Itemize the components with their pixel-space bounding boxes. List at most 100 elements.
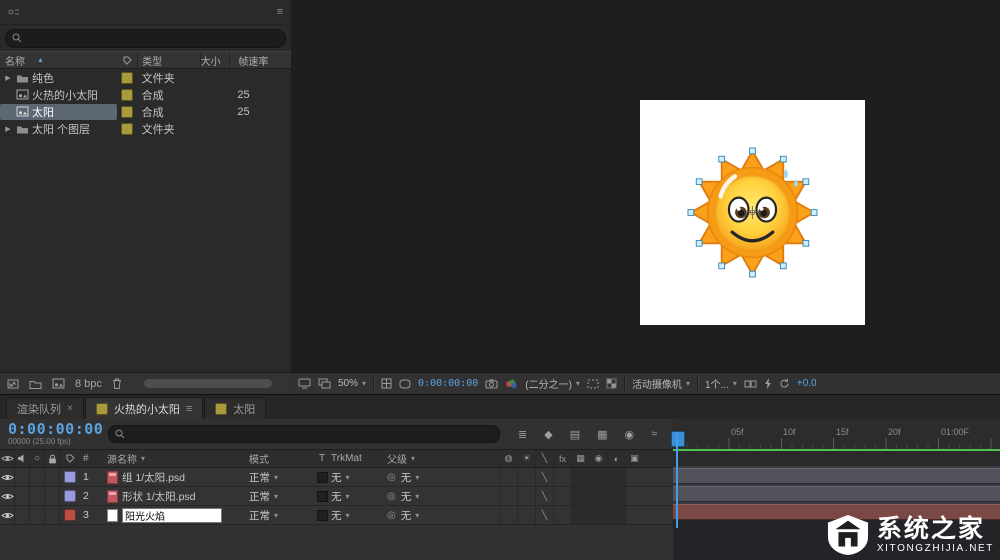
trash-icon[interactable]: [112, 378, 122, 389]
item-name-cell[interactable]: 太阳: [0, 104, 117, 120]
frame-blend-switch-header[interactable]: ▦: [571, 450, 589, 467]
bit-depth-button[interactable]: 8 bpc: [75, 378, 102, 390]
comp-mini-flowchart-icon[interactable]: ≣: [518, 428, 527, 441]
layer-label-chip[interactable]: [64, 490, 76, 502]
layer-track-2[interactable]: [673, 484, 1000, 503]
project-item-row-selected[interactable]: 太阳 合成 25: [0, 103, 291, 120]
blend-mode-dropdown[interactable]: 正常: [249, 470, 313, 485]
layer-row-2[interactable]: 2 形状 1/太阳.psd 正常 无 ◎ 无: [0, 487, 673, 506]
item-name-cell[interactable]: 火热的小太阳: [0, 87, 117, 103]
parent-cell[interactable]: ◎ 无: [387, 489, 483, 504]
collapse-transformations-header[interactable]: ☀: [517, 450, 535, 467]
layer-label-chip-cell[interactable]: [60, 471, 80, 483]
hide-shy-layers-icon[interactable]: ▤: [570, 428, 580, 441]
threed-switch[interactable]: [625, 506, 643, 524]
exposure-value[interactable]: +0.0: [797, 378, 817, 389]
snapshot-icon[interactable]: [485, 379, 498, 389]
zoom-dropdown[interactable]: 50%: [338, 378, 366, 389]
effects-switch[interactable]: [553, 468, 571, 486]
resolution-dropdown[interactable]: (二分之一): [525, 376, 580, 391]
number-column-header[interactable]: #: [80, 453, 105, 464]
draft-3d-icon[interactable]: ◆: [544, 428, 552, 441]
project-item-row[interactable]: 火热的小太阳 合成 25: [0, 86, 291, 103]
lock-column-header[interactable]: [45, 450, 60, 467]
parent-cell[interactable]: ◎ 无: [387, 508, 483, 523]
frame-blend-switch[interactable]: [571, 487, 589, 505]
project-search-box[interactable]: [5, 29, 286, 48]
frame-blend-switch[interactable]: [571, 468, 589, 486]
layer-label-chip-cell[interactable]: [60, 490, 80, 502]
time-ruler[interactable]: 05f 10f 15f 20f 01:00F: [673, 419, 1000, 450]
timeline-search-box[interactable]: [108, 425, 500, 443]
twirl-icon[interactable]: ▶: [3, 74, 13, 82]
label-chip[interactable]: [121, 72, 133, 84]
shy-switch[interactable]: [499, 487, 517, 505]
collapse-switch[interactable]: [517, 468, 535, 486]
preserve-transparency-checkbox[interactable]: [313, 491, 331, 502]
new-folder-icon[interactable]: [29, 379, 42, 389]
mode-column-header[interactable]: 模式: [249, 451, 313, 466]
fast-preview-icon[interactable]: [764, 378, 772, 389]
item-name-cell[interactable]: ▶ 纯色: [0, 70, 117, 86]
parent-dropdown[interactable]: 无: [401, 489, 420, 504]
label-chip-cell[interactable]: [117, 72, 137, 84]
layer-source-name[interactable]: [105, 508, 249, 523]
collapse-switch[interactable]: [517, 506, 535, 524]
current-time-block[interactable]: 0:00:00:00 00000 (25.00 fps): [8, 422, 100, 446]
pick-whip-icon[interactable]: ◎: [387, 510, 396, 521]
layer-duration-bar[interactable]: [673, 468, 1000, 484]
parent-column-header[interactable]: 父级: [387, 451, 483, 466]
layer-visibility-toggle[interactable]: [0, 468, 15, 486]
column-header-name[interactable]: 名称 ▲: [0, 53, 117, 68]
close-icon[interactable]: ×: [67, 403, 73, 414]
quality-switch[interactable]: ╲: [535, 506, 553, 524]
column-header-fps[interactable]: 帧速率: [229, 52, 291, 68]
adjustment-switch[interactable]: [607, 506, 625, 524]
layer-solo-toggle[interactable]: [30, 506, 45, 524]
column-header-label[interactable]: [117, 56, 137, 65]
motion-blur-icon[interactable]: ◉: [625, 428, 635, 441]
pixel-aspect-icon[interactable]: [744, 379, 757, 389]
motion-blur-switch[interactable]: [589, 506, 607, 524]
quality-switch[interactable]: ╲: [535, 468, 553, 486]
layer-lock-toggle[interactable]: [45, 468, 60, 486]
layer-audio-toggle[interactable]: [15, 468, 30, 486]
trkmat-dropdown[interactable]: 无: [331, 489, 387, 504]
active-camera-dropdown[interactable]: 活动摄像机: [632, 376, 690, 391]
project-item-row[interactable]: ▶ 纯色 文件夹: [0, 69, 291, 86]
effects-switch[interactable]: [553, 487, 571, 505]
timeline-timecode[interactable]: 0:00:00:00: [8, 422, 100, 437]
composition-viewer[interactable]: 50% 0:00:00:00 (二分之一) 活动摄像机: [291, 0, 1000, 394]
pick-whip-icon[interactable]: ◎: [387, 491, 396, 502]
viewer-timecode[interactable]: 0:00:00:00: [418, 378, 478, 389]
video-column-header[interactable]: [0, 450, 15, 467]
label-chip-cell[interactable]: [117, 89, 137, 101]
adjustment-switch[interactable]: [607, 468, 625, 486]
project-item-row[interactable]: ▶ 太阳 个图层 文件夹: [0, 120, 291, 137]
layer-name-edit-input[interactable]: [122, 508, 222, 523]
label-chip-cell[interactable]: [117, 106, 137, 118]
twirl-icon[interactable]: ▶: [3, 125, 13, 133]
dual-monitor-icon[interactable]: [318, 378, 331, 389]
column-header-type[interactable]: 类型: [137, 52, 199, 68]
layer-solo-toggle[interactable]: [30, 468, 45, 486]
interpret-footage-icon[interactable]: [7, 379, 19, 389]
transparency-grid-icon[interactable]: [606, 378, 617, 389]
effects-switch[interactable]: [553, 506, 571, 524]
layer-solo-toggle[interactable]: [30, 487, 45, 505]
grid-guides-icon[interactable]: [381, 378, 392, 389]
label-chip[interactable]: [121, 123, 133, 135]
collapse-switch[interactable]: [517, 487, 535, 505]
tab-render-queue[interactable]: 渲染队列 ×: [6, 397, 84, 419]
threed-switch[interactable]: [625, 468, 643, 486]
item-name-cell[interactable]: ▶ 太阳 个图层: [0, 121, 117, 137]
adjustment-layer-switch-header[interactable]: ◐: [607, 450, 625, 467]
solo-column-header[interactable]: ○: [30, 450, 45, 467]
layer-visibility-toggle[interactable]: [0, 487, 15, 505]
label-chip[interactable]: [121, 106, 133, 118]
motion-blur-switch[interactable]: [589, 468, 607, 486]
preserve-transparency-checkbox[interactable]: [313, 472, 331, 483]
tab-menu-icon[interactable]: ≡: [186, 403, 192, 415]
preserve-transparency-checkbox[interactable]: [313, 510, 331, 521]
parent-cell[interactable]: ◎ 无: [387, 470, 483, 485]
